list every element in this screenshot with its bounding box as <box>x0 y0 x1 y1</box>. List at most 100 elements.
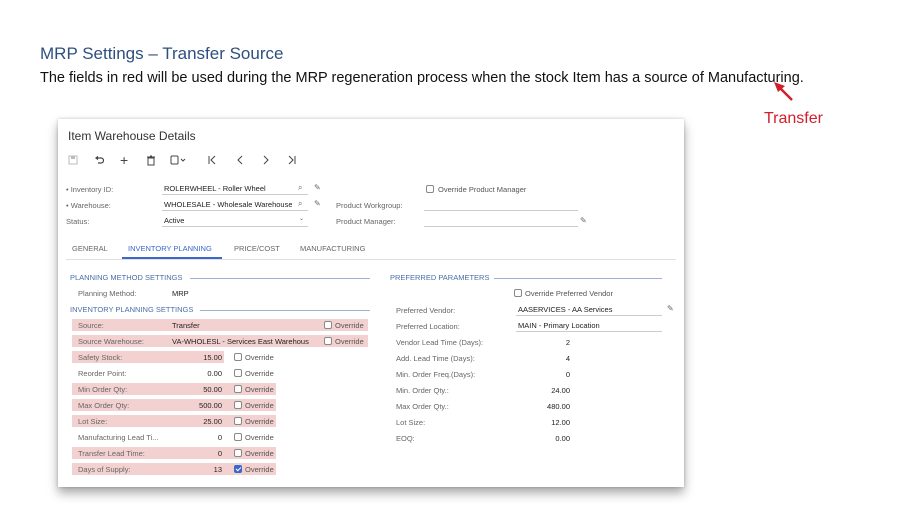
product-manager-field[interactable] <box>424 214 578 227</box>
pref-min-order-qty-label: Min. Order Qty.: <box>396 386 449 395</box>
window-title: Item Warehouse Details <box>68 129 196 143</box>
inventory-id-label: • Inventory ID: <box>66 185 114 194</box>
override-label: Override <box>245 369 274 378</box>
product-workgroup-field[interactable] <box>424 198 578 211</box>
transfer-lead-time-value[interactable]: 0 <box>172 449 222 458</box>
section-divider <box>494 278 662 279</box>
min-order-qty-label: Min Order Qty: <box>78 385 128 394</box>
lot-size-override-checkbox[interactable] <box>234 417 242 425</box>
vendor-lead-time-value[interactable]: 2 <box>516 338 570 347</box>
preferred-vendor-value: AASERVICES - AA Services <box>518 305 613 314</box>
section-divider <box>190 278 370 279</box>
override-label: Override <box>245 401 274 410</box>
transfer-lead-time-label: Transfer Lead Time: <box>78 449 145 458</box>
edit-pencil-icon[interactable]: ✎ <box>314 183 321 192</box>
override-label: Override <box>335 321 364 330</box>
next-record-icon[interactable] <box>262 155 270 165</box>
manufacturing-lead-time-override-checkbox[interactable] <box>234 433 242 441</box>
tab-manufacturing[interactable]: MANUFACTURING <box>300 244 365 253</box>
min-order-freq-label: Min. Order Freq.(Days): <box>396 370 476 379</box>
min-order-qty-value[interactable]: 50.00 <box>172 385 222 394</box>
eoq-label: EOQ: <box>396 434 415 443</box>
doc-body-text: The fields in red will be used during th… <box>40 70 804 86</box>
warehouse-field[interactable]: WHOLESALE - Wholesale Warehouse ⌕ <box>162 198 308 211</box>
pref-max-order-qty-label: Max Order Qty.: <box>396 402 449 411</box>
pref-lot-size-value[interactable]: 12.00 <box>516 418 570 427</box>
pref-min-order-qty-value[interactable]: 24.00 <box>516 386 570 395</box>
reorder-point-override-checkbox[interactable] <box>234 369 242 377</box>
override-preferred-vendor-label: Override Preferred Vendor <box>525 289 613 298</box>
edit-pencil-icon[interactable]: ✎ <box>580 216 587 225</box>
last-record-icon[interactable] <box>288 155 296 165</box>
search-icon[interactable]: ⌕ <box>298 199 302 209</box>
eoq-value[interactable]: 0.00 <box>516 434 570 443</box>
previous-record-icon[interactable] <box>236 155 244 165</box>
preferred-vendor-field[interactable]: AASERVICES - AA Services <box>516 303 662 316</box>
days-of-supply-label: Days of Supply: <box>78 465 131 474</box>
edit-pencil-icon[interactable]: ✎ <box>314 199 321 208</box>
save-icon[interactable] <box>68 155 78 165</box>
delete-icon[interactable] <box>146 155 156 166</box>
pref-max-order-qty-value[interactable]: 480.00 <box>516 402 570 411</box>
edit-pencil-icon[interactable]: ✎ <box>667 304 674 313</box>
item-warehouse-screenshot: Item Warehouse Details + • Inventory ID:… <box>58 119 684 487</box>
preferred-location-field[interactable]: MAIN - Primary Location <box>516 319 662 332</box>
override-label: Override <box>245 433 274 442</box>
override-label: Override <box>245 449 274 458</box>
transfer-lead-time-override-checkbox[interactable] <box>234 449 242 457</box>
warehouse-label: • Warehouse: <box>66 201 111 210</box>
lot-size-value[interactable]: 25.00 <box>172 417 222 426</box>
copy-paste-icon[interactable] <box>170 155 188 165</box>
tabs-divider <box>66 259 676 260</box>
reorder-point-value[interactable]: 0.00 <box>172 369 222 378</box>
doc-title: MRP Settings – Transfer Source <box>40 44 284 63</box>
max-order-qty-override-checkbox[interactable] <box>234 401 242 409</box>
tab-general[interactable]: GENERAL <box>72 244 108 253</box>
add-lead-time-label: Add. Lead Time (Days): <box>396 354 475 363</box>
source-override-checkbox[interactable] <box>324 321 332 329</box>
planning-method-section-title: PLANNING METHOD SETTINGS <box>70 273 183 282</box>
status-value: Active <box>164 216 185 225</box>
status-label: Status: <box>66 217 90 226</box>
source-label: Source: <box>78 321 104 330</box>
product-manager-label: Product Manager: <box>336 217 396 226</box>
inventory-id-value: ROLERWHEEL - Roller Wheel <box>164 184 266 193</box>
safety-stock-override-checkbox[interactable] <box>234 353 242 361</box>
add-lead-time-value[interactable]: 4 <box>516 354 570 363</box>
days-of-supply-override-checkbox[interactable] <box>234 465 242 473</box>
safety-stock-label: Safety Stock: <box>78 353 123 362</box>
warehouse-value: WHOLESALE - Wholesale Warehouse <box>164 200 292 209</box>
preferred-location-value: MAIN - Primary Location <box>518 321 600 330</box>
search-icon[interactable]: ⌕ <box>298 183 302 193</box>
tab-inventory-planning[interactable]: INVENTORY PLANNING <box>128 244 212 253</box>
chevron-down-icon: ⌄ <box>299 216 305 222</box>
max-order-qty-value[interactable]: 500.00 <box>172 401 222 410</box>
undo-icon[interactable] <box>94 155 104 165</box>
lot-size-label: Lot Size: <box>78 417 108 426</box>
first-record-icon[interactable] <box>208 155 216 165</box>
planning-method-label: Planning Method: <box>78 289 137 298</box>
inventory-id-field[interactable]: ROLERWHEEL - Roller Wheel ⌕ <box>162 182 308 195</box>
source-value[interactable]: Transfer <box>172 321 200 330</box>
source-warehouse-override-checkbox[interactable] <box>324 337 332 345</box>
override-label: Override <box>245 385 274 394</box>
preferred-vendor-label: Preferred Vendor: <box>396 306 456 315</box>
override-product-manager-checkbox[interactable] <box>426 185 434 193</box>
manufacturing-lead-time-value[interactable]: 0 <box>172 433 222 442</box>
override-preferred-vendor-checkbox[interactable] <box>514 289 522 297</box>
pref-lot-size-label: Lot Size: <box>396 418 426 427</box>
source-warehouse-value[interactable]: VA-WHOLESL - Services East Warehous <box>172 337 309 346</box>
tab-price-cost[interactable]: PRICE/COST <box>234 244 280 253</box>
override-label: Override <box>245 465 274 474</box>
min-order-qty-override-checkbox[interactable] <box>234 385 242 393</box>
inventory-planning-section-title: INVENTORY PLANNING SETTINGS <box>70 305 194 314</box>
status-select[interactable]: Active ⌄ <box>162 214 308 227</box>
days-of-supply-value[interactable]: 13 <box>172 465 222 474</box>
override-label: Override <box>245 417 274 426</box>
active-tab-indicator <box>122 257 222 259</box>
min-order-freq-value[interactable]: 0 <box>516 370 570 379</box>
source-warehouse-label: Source Warehouse: <box>78 337 145 346</box>
section-divider <box>200 310 370 311</box>
add-icon[interactable]: + <box>120 152 128 168</box>
safety-stock-value[interactable]: 15.00 <box>172 353 222 362</box>
